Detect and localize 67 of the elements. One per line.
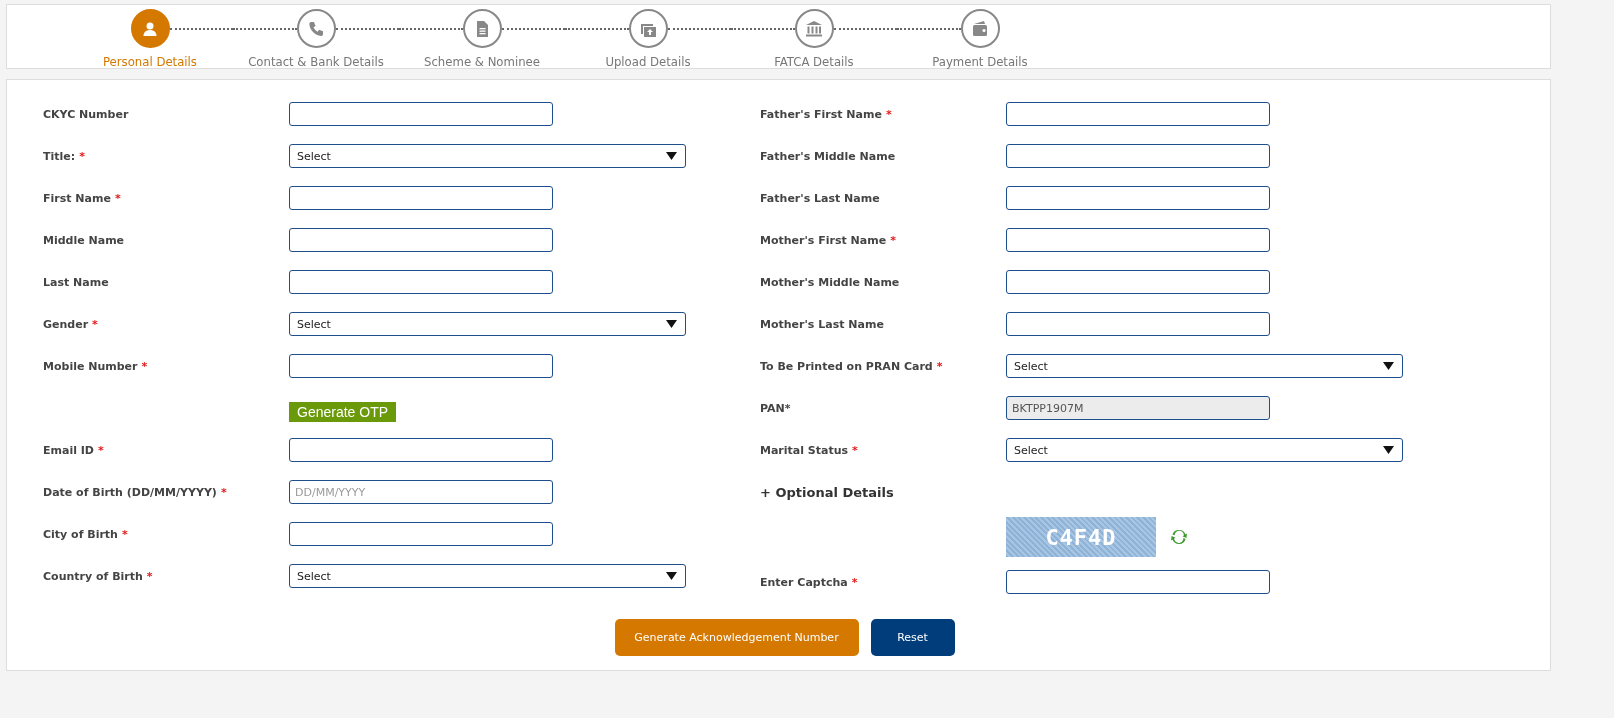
select-dropdown[interactable]: Select [1006,354,1403,378]
bank-icon [805,19,823,38]
step-circle[interactable] [794,9,834,48]
step-label[interactable]: Personal Details [103,54,197,69]
optional-details-toggle[interactable]: + Optional Details [760,484,894,500]
dropdown-caret-icon [1383,446,1394,454]
field-label: Middle Name [43,233,126,247]
text-field[interactable] [1006,186,1270,210]
select-dropdown[interactable]: Select [289,312,686,336]
select-dropdown[interactable]: Select [1006,438,1403,462]
field-label: City of Birth * [43,527,129,541]
step-label[interactable]: Contact & Bank Details [248,54,384,69]
field-label: Gender * [43,317,99,331]
field-label: Mobile Number * [43,359,149,373]
generate-otp-button[interactable]: Generate OTP [289,402,397,422]
field-label: To Be Printed on PRAN Card * [760,359,944,373]
field-label: Mother's Middle Name [760,275,901,289]
dropdown-caret-icon [666,320,677,328]
phone-icon [307,19,325,38]
wallet-icon [971,19,989,38]
text-field[interactable] [289,186,553,210]
text-field[interactable] [289,228,553,252]
step-label[interactable]: Upload Details [605,54,691,69]
dropdown-caret-icon [666,572,677,580]
text-field[interactable] [1006,270,1270,294]
field-label: Enter Captcha * [760,575,859,589]
text-field[interactable] [289,522,553,546]
field-label: CKYC Number [43,107,130,121]
step-label[interactable]: Payment Details [932,54,1028,69]
pan-field[interactable]: BKTPP1907M [1006,396,1270,420]
refresh-icon[interactable] [1170,528,1188,546]
text-field[interactable] [289,354,553,378]
text-field[interactable] [1006,144,1270,168]
captcha-image: C4F4D [1006,517,1156,557]
text-field[interactable] [289,102,553,126]
field-label: Email ID * [43,443,105,457]
field-label: Father's First Name * [760,107,893,121]
field-label: PAN* [760,401,792,415]
step-circle[interactable] [628,9,668,48]
text-field[interactable] [289,438,553,462]
dropdown-caret-icon [1383,362,1394,370]
step-circle[interactable] [960,9,1000,48]
text-field[interactable] [1006,102,1270,126]
step-circle[interactable] [296,9,336,48]
field-label: Date of Birth (DD/MM/YYYY) * [43,485,228,499]
reset-button[interactable]: Reset [870,619,955,656]
field-label: Mother's First Name * [760,233,897,247]
step-label[interactable]: FATCA Details [774,54,854,69]
text-field[interactable] [1006,228,1270,252]
field-label: First Name * [43,191,122,205]
field-label: Mother's Last Name [760,317,885,331]
field-label: Father's Middle Name [760,149,897,163]
field-label: Title: * [43,149,86,163]
field-label: Father's Last Name [760,191,881,205]
dropdown-caret-icon [666,152,677,160]
text-field[interactable] [1006,570,1270,594]
field-label: Last Name [43,275,110,289]
select-dropdown[interactable]: Select [289,144,686,168]
text-field[interactable]: DD/MM/YYYY [289,480,553,504]
field-label: Country of Birth * [43,569,154,583]
select-dropdown[interactable]: Select [289,564,686,588]
text-field[interactable] [289,270,553,294]
step-circle[interactable] [130,9,170,48]
field-label: Marital Status * [760,443,859,457]
step-circle[interactable] [462,9,502,48]
text-field[interactable] [1006,312,1270,336]
step-label[interactable]: Scheme & Nominee [424,54,540,69]
